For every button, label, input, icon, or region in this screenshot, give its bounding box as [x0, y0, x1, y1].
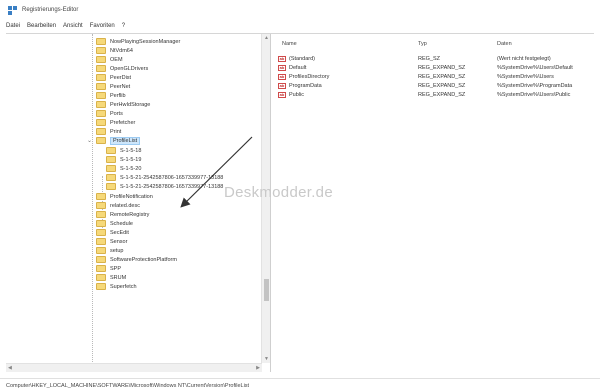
menu-favoriten[interactable]: Favoriten: [90, 23, 115, 29]
menu-ansicht[interactable]: Ansicht: [63, 23, 83, 29]
menu-bar: Datei Bearbeiten Ansicht Favoriten ?: [0, 20, 600, 32]
editor-frame: NowPlayingSessionManager NtVdm64 OEM Ope…: [6, 33, 594, 372]
window-title: Registrierungs-Editor: [22, 7, 79, 13]
menu-bearbeiten[interactable]: Bearbeiten: [27, 23, 56, 29]
menu-datei[interactable]: Datei: [6, 23, 20, 29]
title-bar: Registrierungs-Editor: [0, 0, 600, 20]
status-bar: Computer\HKEY_LOCAL_MACHINE\SOFTWARE\Mic…: [0, 378, 600, 392]
status-path: Computer\HKEY_LOCAL_MACHINE\SOFTWARE\Mic…: [6, 382, 250, 389]
regedit-app-icon: [8, 5, 17, 15]
annotation-arrow-icon: [180, 136, 253, 208]
menu-help[interactable]: ?: [122, 23, 125, 29]
